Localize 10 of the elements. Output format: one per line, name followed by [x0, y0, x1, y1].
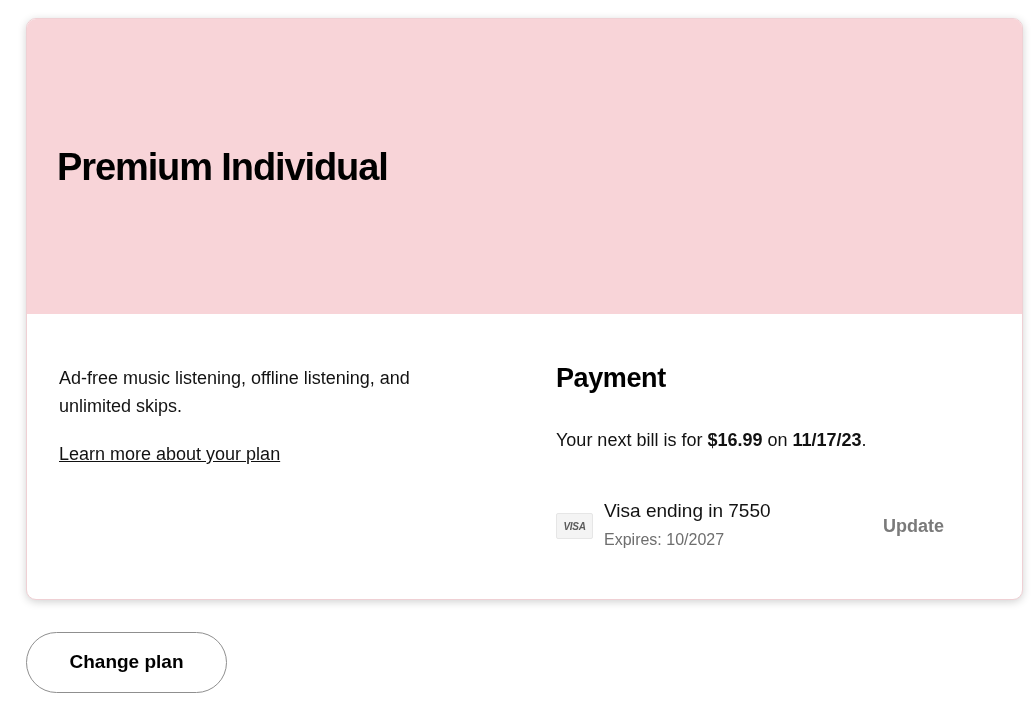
learn-more-link[interactable]: Learn more about your plan — [59, 440, 281, 468]
plan-description: Ad-free music listening, offline listening, and unlimited skips. — [59, 367, 411, 418]
card-expiry: Expires: 10/2027 — [604, 530, 726, 550]
payment-heading: Payment — [556, 362, 666, 394]
update-button[interactable]: Update — [867, 505, 960, 546]
card-brand-logo: VISA — [556, 513, 593, 539]
card-name: Visa ending in 7550 — [604, 499, 771, 523]
next-bill-text: Your next bill is for $16.99 on 11/17/23. — [556, 429, 867, 452]
change-plan-button[interactable]: Change plan — [26, 632, 227, 693]
plan-title: Premium Individual — [57, 144, 388, 190]
